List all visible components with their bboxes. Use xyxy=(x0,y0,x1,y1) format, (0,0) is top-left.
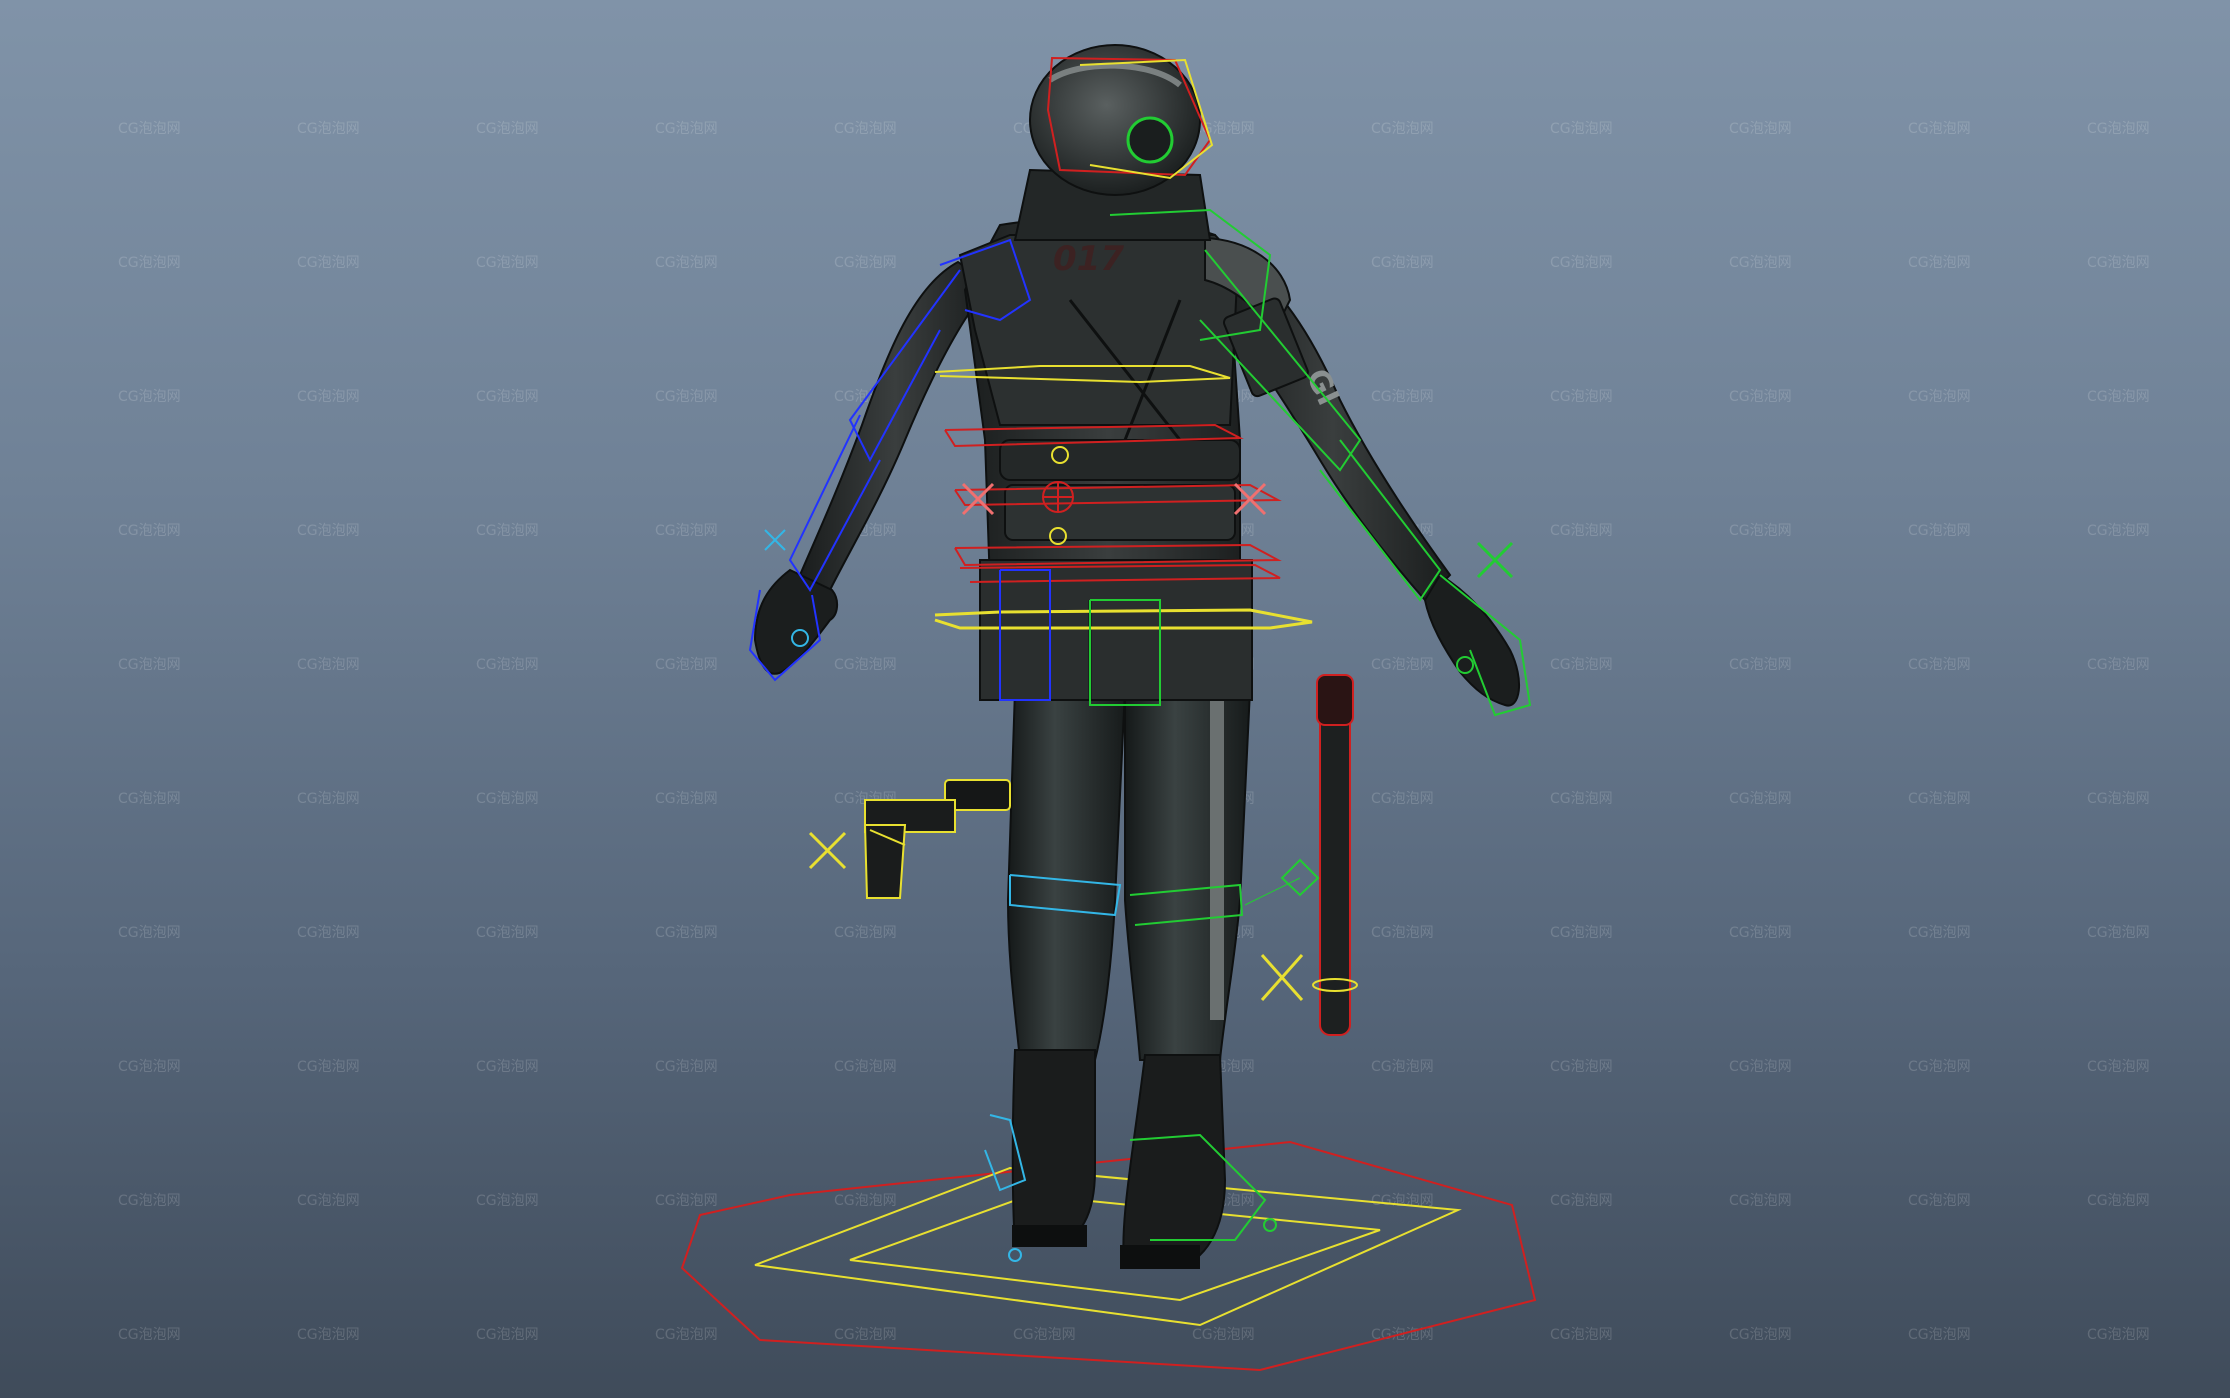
right-boot-mesh xyxy=(1011,1049,1096,1246)
right-leg-mesh xyxy=(1006,689,1127,1061)
cross-locator-baton[interactable] xyxy=(1260,954,1304,1001)
ground-controls[interactable] xyxy=(680,1140,1537,1372)
left-boot-mesh xyxy=(1122,1054,1227,1269)
baton-diamond-control[interactable] xyxy=(1280,858,1320,897)
right-arm-mesh xyxy=(798,260,992,592)
left-hand-mesh xyxy=(1423,573,1521,707)
root-control-inner[interactable] xyxy=(849,1193,1381,1302)
root-control-outer[interactable] xyxy=(754,1166,1462,1327)
pistol-prop[interactable] xyxy=(863,779,1011,899)
right-boot-sole xyxy=(1012,1225,1087,1247)
headphone-icon xyxy=(1126,116,1174,164)
cross-locator-hand-left[interactable] xyxy=(1476,541,1514,579)
baton-shaft xyxy=(1319,679,1351,1036)
baton-cap xyxy=(1316,674,1354,726)
character-mesh[interactable]: GI 017 xyxy=(753,44,1521,1269)
right-heel-locator[interactable] xyxy=(1008,1248,1022,1262)
character-scene[interactable]: GI 017 xyxy=(0,0,2230,1398)
cross-locator-pistol[interactable] xyxy=(808,831,847,870)
left-boot-sole xyxy=(1120,1245,1200,1269)
pants-stripe xyxy=(1210,700,1224,1020)
baton-link-line xyxy=(1244,877,1301,906)
right-hand-mesh xyxy=(753,568,838,675)
cross-locator-hand-right[interactable] xyxy=(764,529,786,551)
world-control-octagon[interactable] xyxy=(680,1140,1537,1372)
belt-ribbed xyxy=(1004,484,1236,541)
left-leg-mesh xyxy=(1124,689,1252,1061)
maya-viewport[interactable]: CG泡泡网 CG泡泡网 CG泡泡网 CG泡泡网 CG泡泡网 CG泡泡网 CG泡泡网 CG泡泡网… xyxy=(0,0,2230,1398)
jacket-number: 017 xyxy=(1053,239,1124,279)
baton-prop[interactable] xyxy=(1244,674,1358,1036)
left-heel-locator[interactable] xyxy=(1263,1218,1277,1232)
belt-upper xyxy=(999,439,1241,481)
